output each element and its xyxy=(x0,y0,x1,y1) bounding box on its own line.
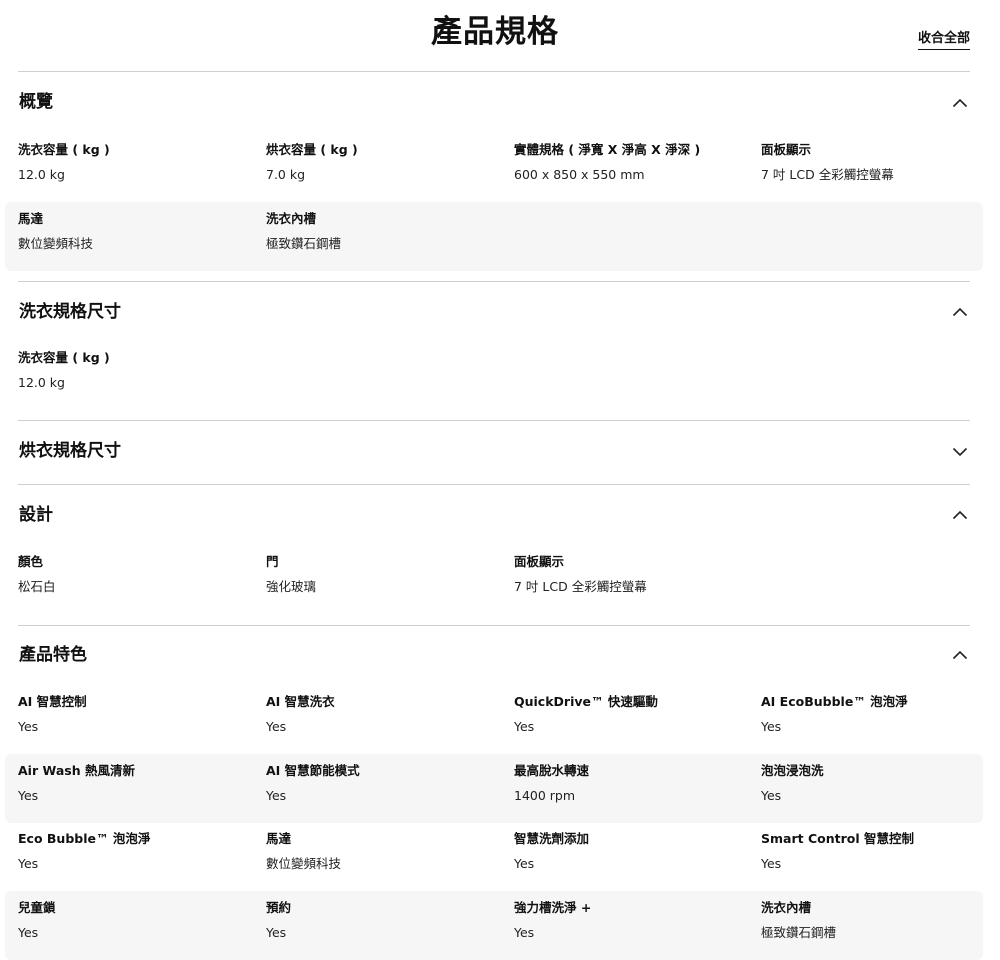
spec-value: Yes xyxy=(514,719,535,734)
spec-value: 極致鑽石鋼槽 xyxy=(266,236,342,251)
spec-label: AI 智慧洗衣 xyxy=(266,694,335,709)
spec-value: Yes xyxy=(266,925,287,940)
spec-value: Yes xyxy=(514,925,535,940)
chevron-up-icon[interactable] xyxy=(952,510,968,520)
page-title: 產品規格 xyxy=(431,14,559,50)
spec-value: Yes xyxy=(514,856,535,871)
chevron-up-icon[interactable] xyxy=(952,307,968,317)
section-title[interactable]: 產品特色 xyxy=(19,643,87,667)
spec-label: 面板顯示 xyxy=(514,554,565,569)
spec-label: 洗衣內槽 xyxy=(761,900,812,915)
spec-label: 馬達 xyxy=(266,831,292,846)
spec-label: 洗衣容量 ( kg ) xyxy=(18,350,110,365)
spec-label: Eco Bubble™ 泡泡淨 xyxy=(18,831,151,846)
spec-label: 強力槽洗淨 + xyxy=(514,900,592,915)
spec-value: Yes xyxy=(266,719,287,734)
spec-label: 門 xyxy=(266,554,279,569)
chevron-down-icon[interactable] xyxy=(952,447,968,457)
spec-row: Eco Bubble™ 泡泡淨 Yes 馬達數位變頻科技 智慧洗劑添加 Yes Smart… xyxy=(5,822,983,891)
spec-label: AI 智慧控制 xyxy=(18,694,87,709)
spec-value: 數位變頻科技 xyxy=(18,236,94,251)
spec-label: 預約 xyxy=(266,900,292,915)
spec-label: QuickDrive™ 快速驅動 xyxy=(514,694,658,709)
spec-value: 12.0 kg xyxy=(18,167,65,182)
spec-value: Yes xyxy=(761,788,782,803)
spec-label: 烘衣容量 ( kg ) xyxy=(266,142,358,157)
spec-value: 1400 rpm xyxy=(514,788,576,803)
section-divider xyxy=(18,281,970,282)
spec-value: Yes xyxy=(761,719,782,734)
spec-label: 面板顯示 xyxy=(761,142,812,157)
section-title[interactable]: 洗衣規格尺寸 xyxy=(19,300,121,324)
spec-value: 7 吋 LCD 全彩觸控螢幕 xyxy=(761,167,894,182)
spec-row: 兒童鎖 Yes 預約 Yes 強力槽洗淨 + Yes 洗衣內槽極致鑽石鋼槽 xyxy=(5,891,983,960)
spec-row: 馬達數位變頻科技 洗衣內槽極致鑽石鋼槽 xyxy=(5,202,983,271)
spec-label: AI 智慧節能模式 xyxy=(266,763,360,778)
spec-label: Air Wash 熱風清新 xyxy=(18,763,135,778)
spec-value: 12.0 kg xyxy=(18,375,65,390)
section-divider xyxy=(18,484,970,485)
spec-value: 強化玻璃 xyxy=(266,579,317,594)
spec-value: 極致鑽石鋼槽 xyxy=(761,925,837,940)
spec-row: AI 智慧控制 Yes AI 智慧洗衣 Yes QuickDrive™ 快速驅動 Yes A… xyxy=(5,685,983,754)
spec-label: 洗衣內槽 xyxy=(266,211,317,226)
spec-value: Yes xyxy=(18,788,39,803)
collapse-all-link[interactable]: 收合全部 xyxy=(917,30,970,50)
spec-label: 泡泡浸泡洗 xyxy=(761,763,824,778)
spec-row: 顏色松石白 門強化玻璃 面板顯示 7 吋 LCD 全彩觸控螢幕 xyxy=(5,545,983,614)
chevron-up-icon[interactable] xyxy=(952,98,968,108)
section-title[interactable]: 設計 xyxy=(19,503,53,527)
spec-row: Air Wash 熱風清新 Yes AI 智慧節能模式 Yes 最高脫水轉速 1400 r… xyxy=(5,754,983,823)
spec-label: 實體規格 ( 淨寬 X 淨高 X 淨深 ) xyxy=(514,142,701,157)
spec-value: 數位變頻科技 xyxy=(266,856,342,871)
spec-value: Yes xyxy=(18,925,39,940)
spec-label: AI EcoBubble™ 泡泡淨 xyxy=(761,694,908,709)
spec-label: 智慧洗劑添加 xyxy=(514,831,590,846)
spec-value: 7.0 kg xyxy=(266,167,306,182)
section-title[interactable]: 烘衣規格尺寸 xyxy=(19,439,121,463)
section-divider xyxy=(18,420,970,421)
spec-label: 馬達 xyxy=(18,211,44,226)
chevron-up-icon[interactable] xyxy=(952,650,968,660)
spec-row: 洗衣容量 ( kg ) 12.0 kg 烘衣容量 ( kg ) 7.0 kg 實體規格 … xyxy=(5,133,983,202)
spec-row: 洗衣容量 ( kg ) 12.0 kg xyxy=(5,341,983,410)
section-divider xyxy=(18,625,970,626)
spec-value: 600 x 850 x 550 mm xyxy=(514,167,645,182)
spec-value: 7 吋 LCD 全彩觸控螢幕 xyxy=(514,579,647,594)
spec-label: 最高脫水轉速 xyxy=(514,763,590,778)
spec-value: Yes xyxy=(18,856,39,871)
section-divider xyxy=(18,71,970,72)
spec-label: 洗衣容量 ( kg ) xyxy=(18,142,110,157)
spec-value: Yes xyxy=(18,719,39,734)
spec-value: Yes xyxy=(266,788,287,803)
spec-value: 松石白 xyxy=(18,579,56,594)
section-title[interactable]: 概覽 xyxy=(19,90,53,114)
spec-label: Smart Control 智慧控制 xyxy=(761,831,914,846)
spec-label: 顏色 xyxy=(18,554,44,569)
spec-label: 兒童鎖 xyxy=(18,900,56,915)
spec-value: Yes xyxy=(761,856,782,871)
